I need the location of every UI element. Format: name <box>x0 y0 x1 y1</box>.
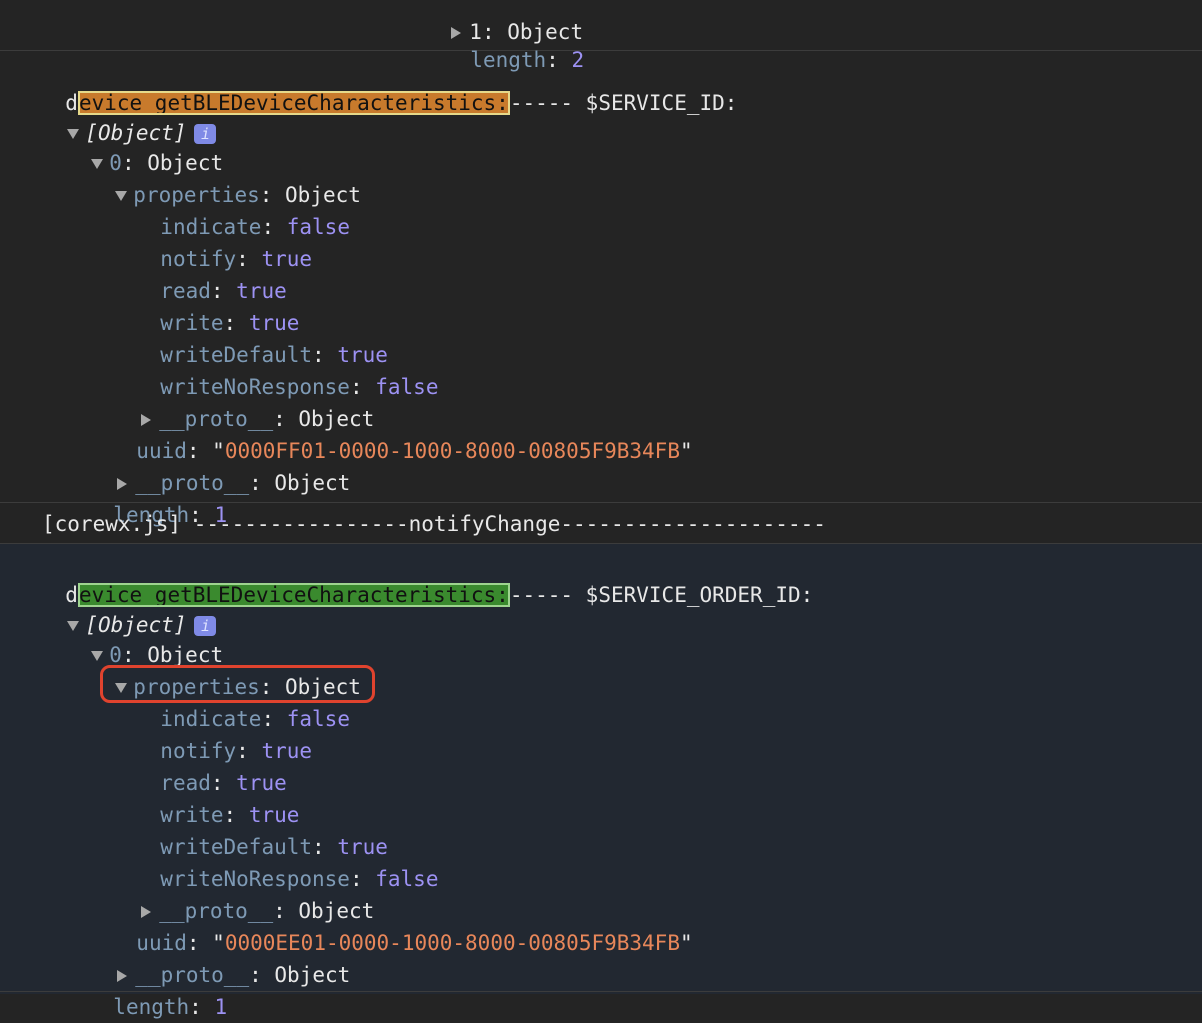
prop-row-length: length: 1 <box>113 503 228 527</box>
prop-row-write: write: true <box>160 803 300 827</box>
console-message-service-order[interactable]: device getBLEDeviceCharacteristics:-----… <box>40 547 813 607</box>
prop-value: false <box>375 867 439 891</box>
tree-row-item[interactable]: 0: Object <box>66 115 223 175</box>
console-message-notify[interactable]: [corewx.js] -----------------notifyChang… <box>42 508 826 540</box>
tree-row-proto-outer[interactable]: __proto__: Object <box>92 927 350 987</box>
prop-row-writenoresponse: writeNoResponse: false <box>160 867 439 891</box>
prop-row-writedefault: writeDefault: true <box>160 343 388 367</box>
prop-type: Object <box>274 963 351 987</box>
message-suffix: ----- $SERVICE_ID: <box>509 91 738 115</box>
tree-row-proto-outer[interactable]: __proto__: Object <box>92 435 350 495</box>
tree-row-item[interactable]: 0: Object <box>66 607 223 667</box>
console-entry-bg-previous <box>0 0 1202 50</box>
message-suffix: ----- $SERVICE_ORDER_ID: <box>509 583 814 607</box>
prop-row-notify: notify: true <box>160 739 313 763</box>
prop-row-uuid: uuid: "0000EE01-0000-1000-8000-00805F9B3… <box>136 931 693 955</box>
prop-value: 1 <box>214 995 228 1019</box>
prop-value: false <box>375 375 439 399</box>
annotation-highlight-box <box>100 665 375 703</box>
prop-row-read: read: true <box>160 279 287 303</box>
prop-row-writedefault: writeDefault: true <box>160 835 388 859</box>
prop-key: length <box>113 995 190 1019</box>
tree-row-proto-inner[interactable]: __proto__: Object <box>116 371 374 431</box>
prop-row-notify: notify: true <box>160 247 313 271</box>
prop-row-indicate: indicate: false <box>160 215 350 239</box>
tree-row-properties[interactable]: properties: Object <box>90 147 361 207</box>
tree-row-root[interactable]: [Object] i <box>42 577 217 637</box>
prop-type: Object <box>274 471 351 495</box>
prop-row-length: length: 1 <box>113 995 228 1019</box>
console-message-service[interactable]: device getBLEDeviceCharacteristics:-----… <box>40 55 737 115</box>
prop-row-read: read: true <box>160 771 287 795</box>
tree-row-proto-inner[interactable]: __proto__: Object <box>116 863 374 923</box>
tree-row-prev-length: length: 2 <box>470 48 585 72</box>
tree-row-root[interactable]: [Object] i <box>42 85 217 145</box>
prop-row-writenoresponse: writeNoResponse: false <box>160 375 439 399</box>
prop-row-uuid: uuid: "0000FF01-0000-1000-8000-00805F9B3… <box>136 439 693 463</box>
collapse-arrow-icon[interactable] <box>115 191 128 201</box>
prop-row-write: write: true <box>160 311 300 335</box>
